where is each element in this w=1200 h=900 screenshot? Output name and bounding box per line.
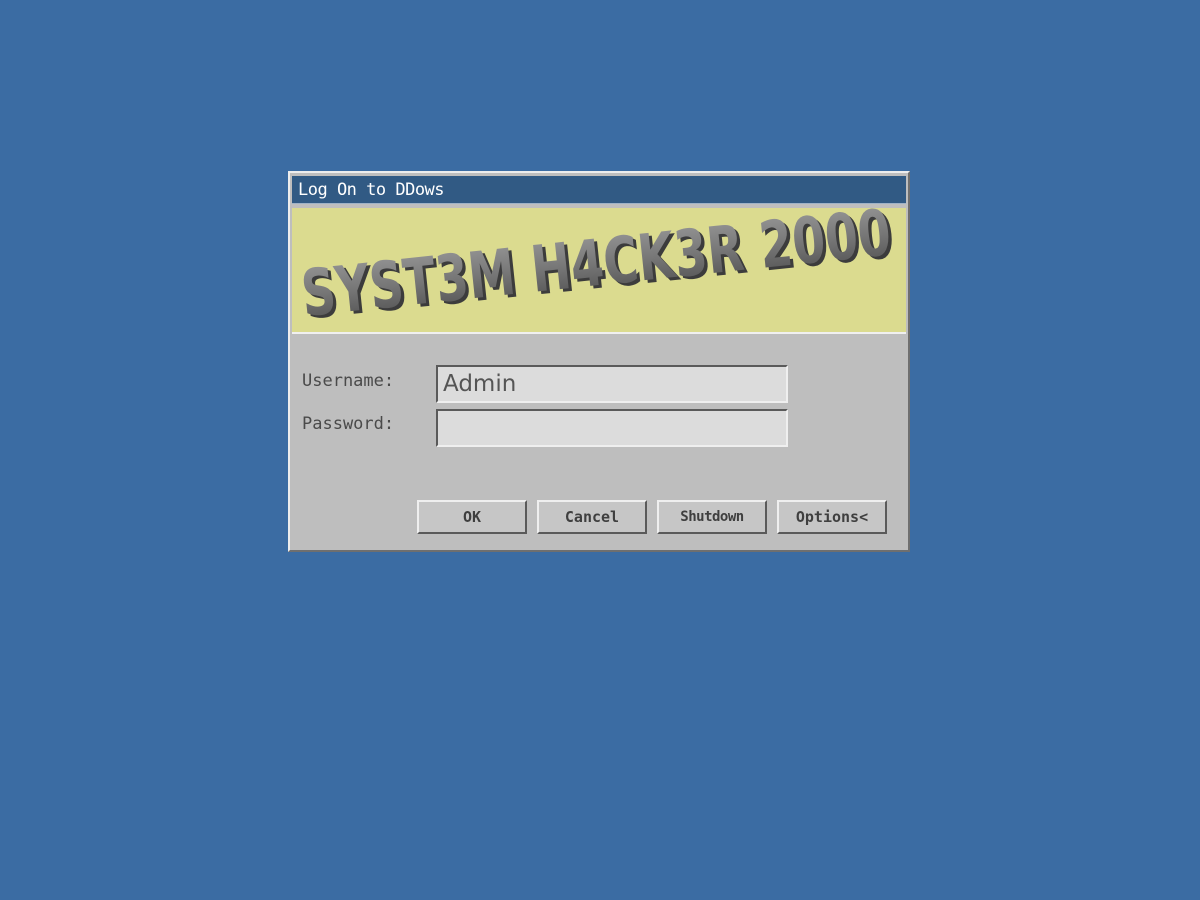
options-button[interactable]: Options<: [777, 500, 887, 534]
password-input[interactable]: [436, 409, 788, 447]
shutdown-button[interactable]: Shutdown: [657, 500, 767, 534]
banner: SYST3M H4CK3R 2000 SYST3M H4CK3R 2000: [292, 208, 906, 334]
dialog-title: Log On to DDows: [298, 180, 445, 200]
password-label: Password:: [302, 414, 395, 434]
logon-dialog: Log On to DDows SYST3M H4CK3R 2000 SYST3…: [288, 171, 910, 552]
username-input[interactable]: [436, 365, 788, 403]
username-label: Username:: [302, 371, 395, 391]
title-bar[interactable]: Log On to DDows: [292, 176, 906, 204]
cancel-button[interactable]: Cancel: [537, 500, 647, 534]
banner-logo: SYST3M H4CK3R 2000 SYST3M H4CK3R 2000: [298, 208, 898, 332]
banner-text: SYST3M H4CK3R 2000: [298, 208, 894, 332]
desktop: { "dialog": { "title": "Log On to DDows"…: [0, 0, 1200, 900]
ok-button[interactable]: OK: [417, 500, 527, 534]
